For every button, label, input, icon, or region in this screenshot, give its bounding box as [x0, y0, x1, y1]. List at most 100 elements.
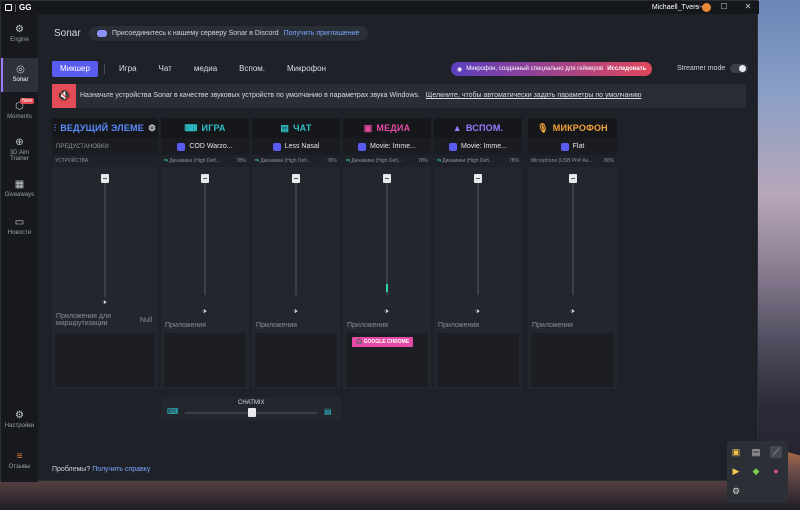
discord-icon	[97, 30, 107, 37]
column-header: 🎙 МИКРОФОН	[528, 118, 617, 138]
default-devices-banner: 🔇 Назначьте устройства Sonar в качестве …	[52, 84, 746, 108]
volume-icon[interactable]: 🕩	[293, 308, 297, 316]
new-badge: New	[20, 98, 35, 104]
device-select[interactable]: Flat	[528, 138, 617, 155]
apps-dropzone[interactable]	[55, 333, 155, 387]
sliders-icon: ⫶	[53, 122, 57, 133]
output-device[interactable]: ⇆Динамики (High Defi... 78%	[161, 155, 249, 167]
page-title: Sonar	[54, 28, 81, 39]
sonar-icon: ◎	[16, 64, 25, 75]
sidebar: ⚙ Engine ◎ Sonar New ⬡ Moments ⊕ 3D Aim …	[1, 14, 38, 482]
volume-track[interactable]	[477, 177, 479, 295]
streamer-mode-toggle[interactable]	[730, 64, 749, 73]
media-icon: ▣	[363, 122, 373, 133]
volume-knob[interactable]	[201, 174, 209, 183]
gear-icon[interactable]: ⚙	[148, 123, 156, 134]
volume-icon[interactable]: 🕩	[475, 308, 479, 316]
sidebar-item-aim-trainer[interactable]: ⊕ 3D Aim Trainer	[1, 137, 38, 162]
sidebar-item-sonar[interactable]: ◎ Sonar	[1, 58, 38, 92]
apps-dropzone[interactable]: 🎧 GOOGLE CHROME	[346, 333, 428, 387]
tab-media[interactable]: медиа	[186, 61, 225, 77]
apps-label: Приложения	[438, 322, 479, 329]
chatmix-knob[interactable]	[248, 408, 256, 417]
settings-icon: ⚙	[15, 410, 24, 421]
volume-track[interactable]	[104, 177, 106, 297]
tab-microphone[interactable]: Микрофон	[279, 61, 334, 77]
sidebar-item-settings[interactable]: ⚙ Настройки	[1, 410, 38, 429]
aux-icon: ▲	[452, 123, 462, 133]
tray-app-icon[interactable]: ▣	[730, 446, 742, 458]
tray-app-icon[interactable]: ●	[770, 465, 782, 477]
microphone-icon: 🎙	[537, 122, 549, 133]
column-title: ИГРА	[201, 123, 226, 133]
input-device[interactable]: Microphone (USB PnP Au... 80%	[528, 155, 617, 167]
help-footer: Проблемы? Получить справку	[52, 466, 150, 473]
maximize-button[interactable]: ☐	[719, 2, 729, 12]
volume-track[interactable]	[386, 177, 388, 295]
giveaways-icon: ▦	[14, 179, 25, 190]
devices-label: УСТРОЙСТВА	[55, 158, 89, 164]
game-column: ⌨ ИГРА COD Warzo... ⇆Динамики (High Defi…	[161, 118, 249, 389]
volume-icon[interactable]: 🕩	[570, 308, 574, 316]
volume-knob[interactable]	[292, 174, 300, 183]
output-device[interactable]: ⇆Динамики (High Defi... 78%	[343, 155, 431, 167]
volume-knob[interactable]	[101, 174, 109, 183]
banner-text: Назначьте устройства Sonar в качестве зв…	[80, 92, 420, 99]
tab-game[interactable]: Игра	[111, 61, 145, 77]
volume-track[interactable]	[295, 177, 297, 295]
sidebar-item-giveaways[interactable]: ▦ Giveaways	[1, 179, 38, 198]
device-name: COD Warzo...	[189, 143, 233, 150]
streamer-mode-label: Streamer mode	[677, 65, 726, 72]
volume-track[interactable]	[572, 177, 574, 295]
app-name: GG	[19, 3, 32, 12]
tray-gear-icon[interactable]: ⚙	[730, 485, 742, 497]
discord-invite[interactable]: Присоединитесь к нашему серверу Sonar в …	[89, 26, 368, 41]
device-select[interactable]: COD Warzo...	[161, 138, 249, 155]
app-chip-chrome[interactable]: 🎧 GOOGLE CHROME	[352, 337, 414, 347]
speaker-muted-icon: 🔇	[52, 84, 76, 108]
volume-knob[interactable]	[569, 174, 577, 183]
tab-mixer[interactable]: Микшер	[52, 61, 98, 77]
gamer-mic-text: Микрофон, созданный специально для гейме…	[466, 66, 604, 72]
news-icon: ▭	[14, 217, 25, 228]
apps-dropzone[interactable]	[531, 333, 614, 387]
tray-app-icon[interactable]: ▶	[730, 465, 742, 477]
volume-knob[interactable]	[474, 174, 482, 183]
tray-app-icon[interactable]: ⟋	[770, 446, 782, 458]
apps-label: Приложения	[256, 322, 297, 329]
tab-chat[interactable]: Чат	[151, 61, 180, 77]
volume-icon[interactable]: 🕩	[384, 308, 388, 316]
discord-invite-link[interactable]: Получить приглашение	[284, 30, 360, 37]
media-column: ▣ МЕДИА Movie: Imme... ⇆Динамики (High D…	[343, 118, 431, 389]
volume-icon[interactable]: 🕩	[102, 299, 106, 307]
gamer-mic-promo[interactable]: ◉ Микрофон, созданный специально для гей…	[451, 62, 653, 76]
sidebar-item-news[interactable]: ▭ Новости	[1, 217, 38, 236]
tray-app-icon[interactable]: ▤	[750, 446, 762, 458]
apps-dropzone[interactable]	[437, 333, 519, 387]
volume-track[interactable]	[204, 177, 206, 295]
sidebar-item-moments[interactable]: New ⬡ Moments	[1, 98, 38, 120]
apps-dropzone[interactable]	[164, 333, 246, 387]
device-select[interactable]: Less Nasal	[252, 138, 340, 155]
config-icon	[272, 142, 281, 151]
sidebar-item-label: Новости	[7, 230, 32, 236]
volume-icon[interactable]: 🕩	[202, 308, 206, 316]
apps-dropzone[interactable]	[255, 333, 337, 387]
banner-link[interactable]: Щелкните, чтобы автоматически задать пар…	[426, 92, 642, 99]
sidebar-item-engine[interactable]: ⚙ Engine	[1, 24, 38, 43]
output-device[interactable]: ⇆Динамики (High Defi... 78%	[434, 155, 522, 167]
minimize-button[interactable]: —	[694, 2, 704, 12]
tray-app-icon[interactable]: ◆	[750, 465, 762, 477]
output-device[interactable]: ⇆Динамики (High Defi... 78%	[252, 155, 340, 167]
device-select[interactable]: Movie: Imme...	[343, 138, 431, 155]
sidebar-item-feedback[interactable]: ≡ Отзывы	[1, 451, 38, 470]
close-button[interactable]: ✕	[743, 2, 753, 12]
get-help-link[interactable]: Получить справку	[92, 466, 150, 473]
device-select[interactable]: Movie: Imme...	[434, 138, 522, 155]
explore-link[interactable]: Исследовать	[607, 66, 646, 72]
volume-level-meter	[386, 284, 388, 292]
tab-divider	[103, 64, 105, 74]
tab-aux[interactable]: Вспом.	[231, 61, 273, 77]
discord-text: Присоединитесь к нашему серверу Sonar в …	[112, 30, 279, 37]
volume-knob[interactable]	[383, 174, 391, 183]
